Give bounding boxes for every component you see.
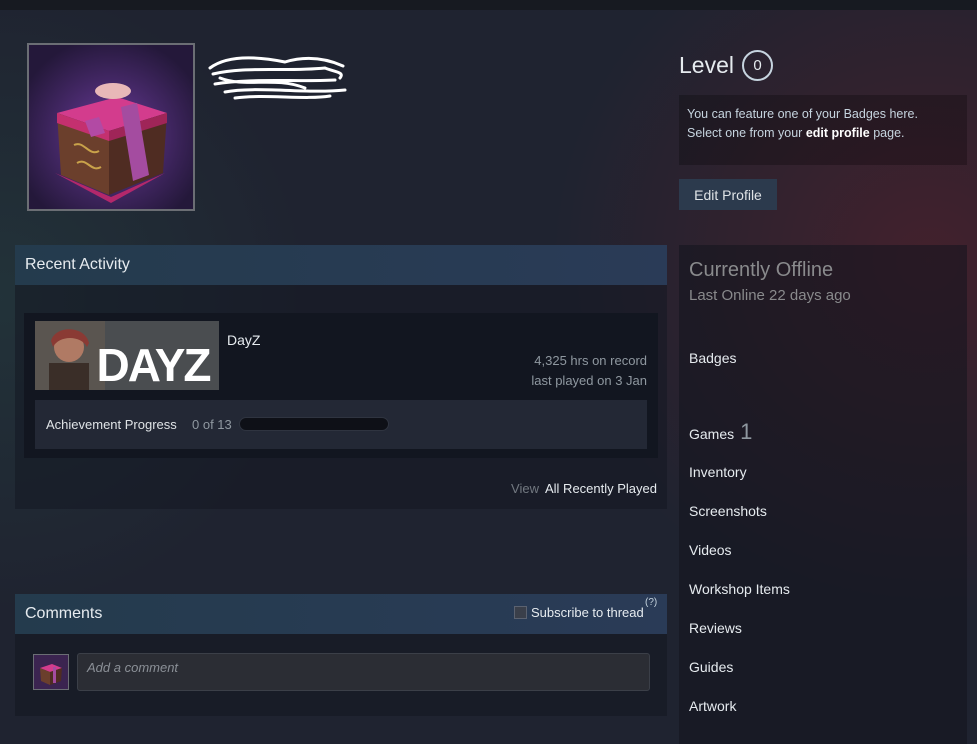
- last-played: last played on 3 Jan: [531, 373, 647, 388]
- redacted-username-scribble: [208, 56, 347, 100]
- level-label: Level: [679, 52, 734, 78]
- last-online: Last Online 22 days ago: [689, 287, 851, 304]
- dayz-capsule-art: DAYZ: [35, 321, 219, 390]
- edit-profile-link[interactable]: edit profile: [806, 126, 870, 140]
- dayz-capsule-image[interactable]: DAYZ: [35, 321, 219, 390]
- featured-badge-placeholder: You can feature one of your Badges here.…: [679, 95, 967, 165]
- sidebar-link-guides[interactable]: Guides: [689, 659, 733, 675]
- comments-title: Comments: [25, 605, 103, 622]
- hours-on-record: 4,325 hrs on record: [534, 353, 647, 368]
- recent-activity-header: Recent Activity: [15, 245, 667, 285]
- badge-hint-line1: You can feature one of your Badges here.: [687, 107, 918, 121]
- profile-level: Level 0: [679, 50, 773, 81]
- subscribe-label: Subscribe to thread: [531, 605, 644, 620]
- sidebar-link-workshop[interactable]: Workshop Items: [689, 581, 790, 597]
- all-recently-played-link[interactable]: All Recently Played: [545, 481, 657, 496]
- dayz-logo-text: DAYZ: [97, 339, 211, 390]
- game-name-link[interactable]: DayZ: [227, 332, 260, 348]
- games-label: Games: [689, 426, 735, 442]
- badge-hint-line2: Select one from your edit profile page.: [687, 126, 905, 140]
- sidebar-link-artwork[interactable]: Artwork: [689, 698, 736, 714]
- sidebar-link-reviews[interactable]: Reviews: [689, 620, 742, 636]
- help-icon[interactable]: (?): [645, 597, 657, 608]
- sidebar-link-inventory[interactable]: Inventory: [689, 464, 747, 480]
- comment-user-avatar: [33, 654, 69, 690]
- top-bar: [0, 0, 977, 10]
- achievement-progress-bar: [239, 417, 389, 431]
- subscribe-checkbox[interactable]: [514, 606, 527, 619]
- sidebar-link-badges[interactable]: Badges: [689, 350, 736, 366]
- gift-box-small-icon: [34, 655, 68, 689]
- subscribe-to-thread[interactable]: Subscribe to thread: [514, 605, 644, 620]
- achievement-progress-label: Achievement Progress: [46, 417, 177, 432]
- edit-profile-button[interactable]: Edit Profile: [679, 179, 777, 210]
- view-label: View: [511, 481, 539, 496]
- add-comment-input[interactable]: Add a comment: [77, 653, 650, 691]
- gift-box-avatar-image: [29, 45, 193, 209]
- achievement-count: 0 of 13: [192, 417, 232, 432]
- sidebar-link-games[interactable]: Games 1: [689, 419, 752, 445]
- sidebar-link-videos[interactable]: Videos: [689, 542, 732, 558]
- level-number-badge[interactable]: 0: [741, 50, 773, 81]
- sidebar-link-screenshots[interactable]: Screenshots: [689, 503, 767, 519]
- games-count: 1: [740, 419, 753, 444]
- profile-avatar[interactable]: [27, 43, 195, 211]
- online-status: Currently Offline: [689, 259, 834, 281]
- recent-activity-title: Recent Activity: [25, 256, 130, 273]
- view-all-recently-played[interactable]: View All Recently Played: [511, 481, 657, 496]
